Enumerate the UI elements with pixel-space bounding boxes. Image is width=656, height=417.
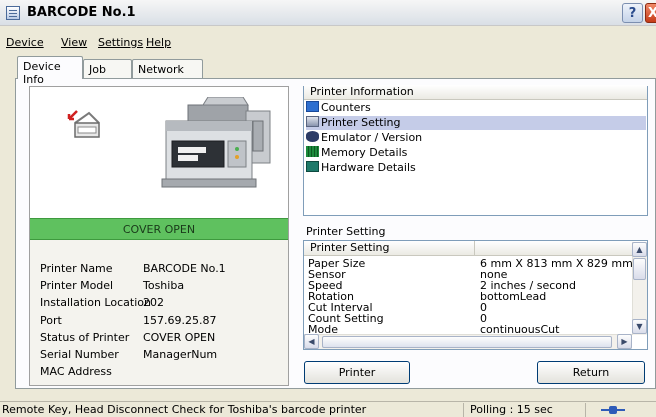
- help-button[interactable]: ?: [622, 3, 643, 23]
- scroll-up-icon[interactable]: ▲: [632, 242, 647, 257]
- menu-help-label: Help: [146, 36, 172, 49]
- tree-item-printer-setting[interactable]: Printer Setting: [306, 116, 646, 130]
- tab-network-info[interactable]: Network Info: [132, 59, 203, 89]
- port-label: Port: [40, 314, 62, 327]
- printer-image-area: [30, 87, 288, 218]
- app-icon: [6, 6, 20, 20]
- memory-icon: [306, 146, 319, 157]
- hardware-icon: [306, 161, 319, 172]
- menu-settings[interactable]: Settings: [98, 36, 143, 49]
- tree-item-counters-label: Counters: [321, 101, 371, 114]
- installation-location-label: Installation Location: [40, 296, 151, 309]
- menu-settings-label: Settings: [98, 36, 144, 49]
- value-column-header[interactable]: [474, 241, 632, 256]
- printer-name-value: BARCODE No.1: [143, 262, 226, 275]
- menu-device-label: Device: [6, 36, 44, 49]
- connection-icon: [601, 406, 625, 414]
- return-button[interactable]: Return: [537, 361, 645, 384]
- status-message: Remote Key, Head Disconnect Check for To…: [2, 403, 367, 416]
- status-banner: COVER OPEN: [30, 218, 288, 240]
- scroll-down-icon[interactable]: ▼: [632, 319, 647, 334]
- serial-number-label: Serial Number: [40, 348, 119, 361]
- printer-model-label: Printer Model: [40, 279, 114, 292]
- title-bar: BARCODE No.1 ? X: [0, 0, 656, 26]
- printer-setting-icon: [306, 116, 319, 127]
- tree-item-memory-details-label: Memory Details: [321, 146, 408, 159]
- tree-item-memory-details[interactable]: Memory Details: [306, 146, 407, 160]
- menu-device[interactable]: Device: [6, 36, 44, 49]
- vertical-scroll-thumb[interactable]: [633, 258, 646, 280]
- polling-status: Polling : 15 sec: [463, 403, 585, 417]
- status-bar: Remote Key, Head Disconnect Check for To…: [0, 401, 656, 417]
- connection-status-cell: [585, 403, 656, 417]
- printer-setting-section-label: Printer Setting: [306, 225, 386, 238]
- port-value: 157.69.25.87: [143, 314, 217, 327]
- printer-button[interactable]: Printer: [304, 361, 410, 384]
- horizontal-scroll-thumb[interactable]: [322, 336, 612, 348]
- printer-image: [161, 97, 271, 188]
- serial-number-value: ManagerNum: [143, 348, 218, 361]
- printer-name-label: Printer Name: [40, 262, 113, 275]
- scroll-left-icon[interactable]: ◀: [304, 334, 319, 349]
- setting-value-rotation: bottomLead: [480, 290, 547, 303]
- tree-item-hardware-details[interactable]: Hardware Details: [306, 161, 416, 175]
- menu-view[interactable]: View: [61, 36, 87, 49]
- cover-open-icon: [67, 110, 100, 138]
- installation-location-value: 202: [143, 296, 164, 309]
- printer-status-label: Status of Printer: [40, 331, 130, 344]
- printer-setting-column-header[interactable]: Printer Setting: [304, 241, 474, 256]
- scroll-right-icon[interactable]: ▶: [617, 334, 632, 349]
- emulator-icon: [306, 131, 319, 142]
- tree-item-emulator-version[interactable]: Emulator / Version: [306, 131, 422, 145]
- tree-item-emulator-version-label: Emulator / Version: [321, 131, 423, 144]
- printer-information-header: Printer Information: [304, 85, 647, 100]
- printer-model-value: Toshiba: [143, 279, 185, 292]
- window-title: BARCODE No.1: [27, 5, 136, 20]
- menu-help[interactable]: Help: [146, 36, 171, 49]
- menu-view-label: View: [61, 36, 88, 49]
- tree-item-hardware-details-label: Hardware Details: [321, 161, 416, 174]
- close-button[interactable]: X: [645, 3, 656, 23]
- counters-icon: [306, 101, 319, 112]
- tree-item-counters[interactable]: Counters: [306, 101, 371, 115]
- mac-address-label: MAC Address: [40, 365, 112, 378]
- tree-item-printer-setting-label: Printer Setting: [321, 116, 401, 129]
- tab-job-info[interactable]: Job Info: [83, 59, 132, 89]
- printer-status-value: COVER OPEN: [143, 331, 216, 344]
- tab-device-info[interactable]: Device Info: [17, 56, 83, 86]
